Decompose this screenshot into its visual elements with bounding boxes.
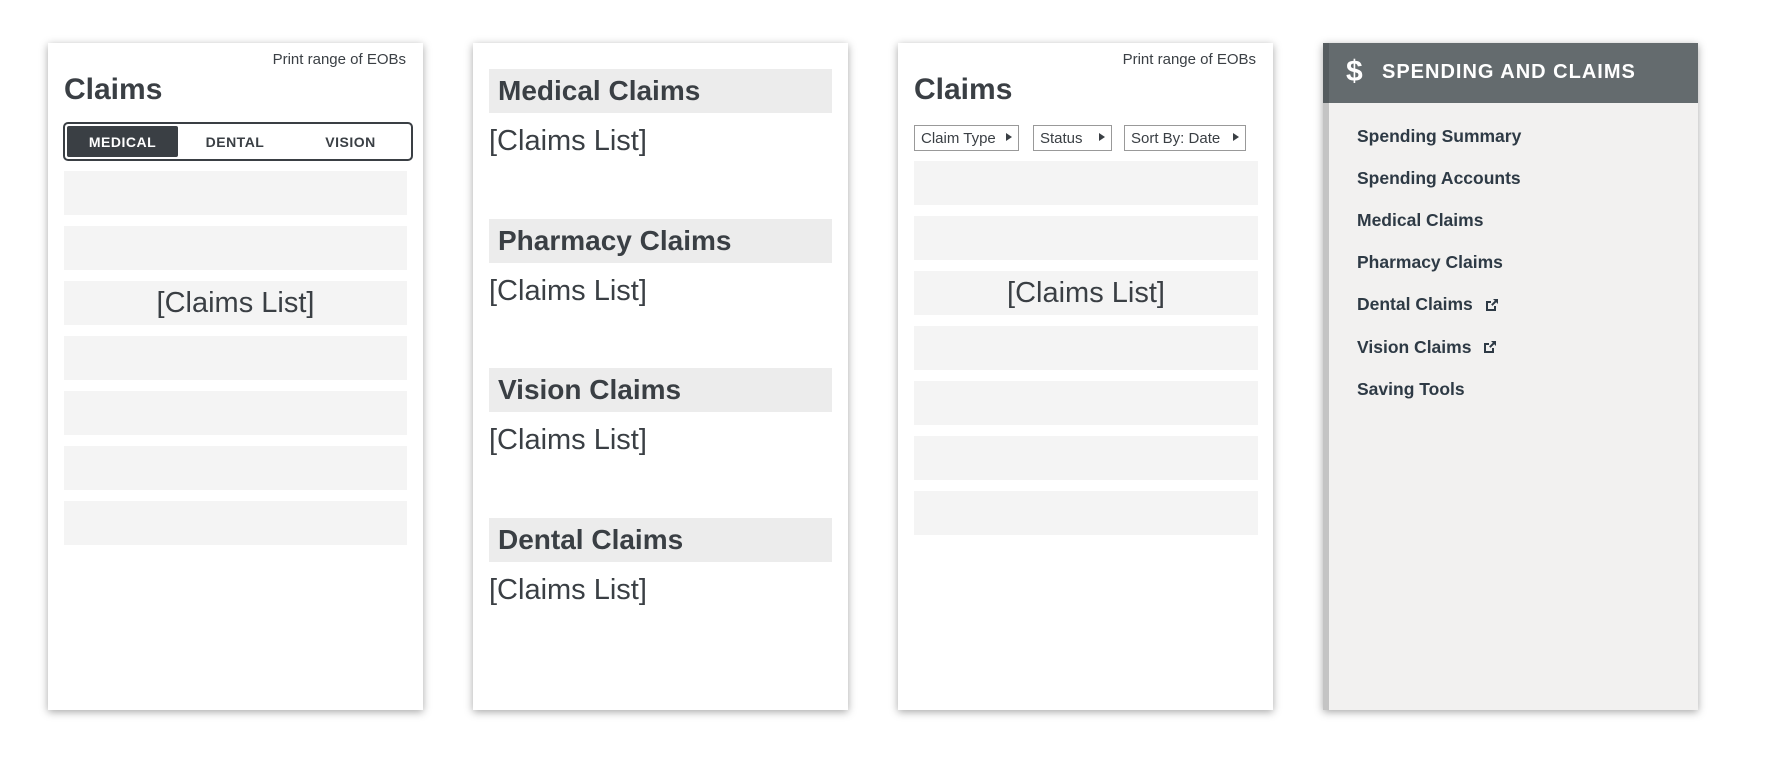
medical-claims-section: Medical Claims [Claims List] (489, 69, 832, 158)
claim-row[interactable] (64, 336, 407, 380)
claims-list: [Claims List] (64, 171, 407, 556)
claims-list: [Claims List] (914, 161, 1258, 546)
claim-row[interactable] (914, 381, 1258, 425)
menu-item-label: Pharmacy Claims (1357, 252, 1503, 273)
header-left-stripe (1323, 43, 1329, 103)
menu-item-label: Spending Accounts (1357, 167, 1521, 188)
external-link-icon (1485, 298, 1498, 311)
filter-label: Status (1040, 129, 1083, 147)
menu-item-spending-accounts[interactable]: Spending Accounts (1357, 157, 1521, 199)
menu-item-label: Saving Tools (1357, 378, 1465, 399)
menu-item-label: Spending Summary (1357, 125, 1522, 146)
claims-list: [Claims List] (489, 424, 647, 456)
menu-item-spending-summary[interactable]: Spending Summary (1357, 115, 1521, 157)
spending-and-claims-menu: $ SPENDING AND CLAIMS Spending Summary S… (1323, 43, 1698, 710)
triangle-right-icon (1099, 133, 1105, 141)
menu-item-medical-claims[interactable]: Medical Claims (1357, 199, 1521, 241)
claim-row[interactable] (914, 161, 1258, 205)
claim-type-filter[interactable]: Claim Type (914, 125, 1019, 151)
tab-vision[interactable]: VISION (292, 126, 409, 157)
filter-label: Sort By: Date (1131, 129, 1221, 147)
menu-header[interactable]: $ SPENDING AND CLAIMS (1323, 43, 1698, 103)
menu-item-vision-claims[interactable]: Vision Claims (1357, 326, 1521, 368)
print-eobs-link[interactable]: Print range of EOBs (1123, 51, 1256, 68)
menu-left-stripe (1323, 43, 1329, 710)
section-heading: Dental Claims (489, 518, 832, 562)
external-link-icon (1484, 341, 1497, 354)
menu-item-label: Medical Claims (1357, 209, 1484, 230)
triangle-right-icon (1006, 133, 1012, 141)
status-filter[interactable]: Status (1033, 125, 1112, 151)
tab-dental[interactable]: DENTAL (178, 126, 292, 157)
claim-row[interactable] (64, 446, 407, 490)
claim-row[interactable] (64, 226, 407, 270)
pharmacy-claims-section: Pharmacy Claims [Claims List] (489, 219, 832, 308)
menu-item-label: Dental Claims (1357, 294, 1473, 315)
dental-claims-section: Dental Claims [Claims List] (489, 518, 832, 607)
menu-list: Spending Summary Spending Accounts Medic… (1357, 115, 1521, 410)
claim-row[interactable] (914, 216, 1258, 260)
page-title: Claims (914, 73, 1013, 106)
menu-item-label: Vision Claims (1357, 336, 1472, 357)
sort-by-filter[interactable]: Sort By: Date (1124, 125, 1246, 151)
menu-title: SPENDING AND CLAIMS (1382, 61, 1636, 83)
claims-tabbed-panel: Print range of EOBs Claims MEDICAL DENTA… (48, 43, 423, 710)
claim-row[interactable]: [Claims List] (914, 271, 1258, 315)
claim-row[interactable] (64, 501, 407, 545)
triangle-right-icon (1233, 133, 1239, 141)
claims-list: [Claims List] (489, 275, 647, 307)
section-heading: Pharmacy Claims (489, 219, 832, 263)
claim-row[interactable] (914, 436, 1258, 480)
claim-row[interactable] (914, 326, 1258, 370)
dollar-icon: $ (1346, 55, 1363, 88)
claim-row[interactable]: [Claims List] (64, 281, 407, 325)
claims-filtered-panel: Print range of EOBs Claims Claim Type St… (898, 43, 1273, 710)
menu-item-dental-claims[interactable]: Dental Claims (1357, 284, 1521, 326)
claim-row[interactable] (64, 391, 407, 435)
vision-claims-section: Vision Claims [Claims List] (489, 368, 832, 457)
page-title: Claims (64, 73, 163, 106)
menu-item-saving-tools[interactable]: Saving Tools (1357, 368, 1521, 410)
claim-row[interactable] (64, 171, 407, 215)
section-heading: Medical Claims (489, 69, 832, 113)
print-eobs-link[interactable]: Print range of EOBs (273, 51, 406, 68)
filter-label: Claim Type (921, 129, 996, 147)
claims-sections-panel: Medical Claims [Claims List] Pharmacy Cl… (473, 43, 848, 710)
claims-list: [Claims List] (489, 125, 647, 157)
claim-row[interactable] (914, 491, 1258, 535)
section-heading: Vision Claims (489, 368, 832, 412)
claim-type-segmented-control: MEDICAL DENTAL VISION (63, 122, 413, 161)
claims-list: [Claims List] (489, 574, 647, 606)
tab-medical[interactable]: MEDICAL (67, 126, 178, 157)
menu-item-pharmacy-claims[interactable]: Pharmacy Claims (1357, 242, 1521, 284)
